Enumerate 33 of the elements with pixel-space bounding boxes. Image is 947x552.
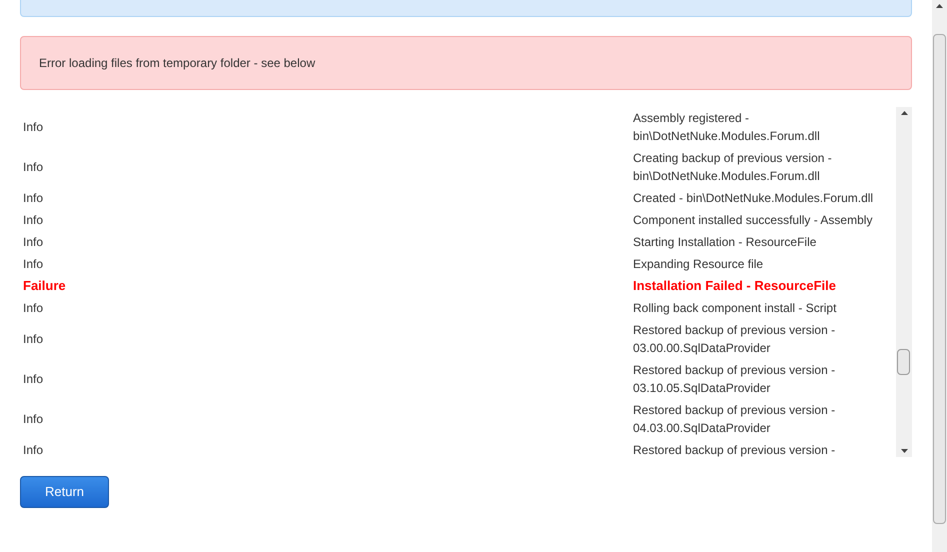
log-level: Info [22,119,44,136]
log-level: Failure [22,277,67,295]
scroll-thumb[interactable] [897,349,910,375]
scroll-thumb[interactable] [933,34,946,524]
log-level: Info [22,190,44,207]
log-level: Info [22,331,44,348]
log-message: Creating backup of previous version - bin\DotNetNuke.Modules.Forum.dll [633,150,833,185]
log-level: Info [22,234,44,251]
return-button[interactable]: Return [20,476,109,508]
log-level: Info [22,371,44,388]
log-message: Restored backup of previous version - 03.10.05.SqlDataProvider [633,362,836,397]
scroll-down-icon[interactable] [900,449,908,453]
log-message: Restored backup of previous version - [633,442,836,457]
log-level: Info [22,212,44,229]
log-level: Info [22,159,44,176]
scroll-up-icon[interactable] [900,111,908,115]
log-message: Installation Failed - ResourceFile [633,277,837,295]
log-message: Expanding Resource file [633,256,764,273]
log-message: Restored backup of previous version - 04.03.00.SqlDataProvider [633,402,836,437]
error-message: Error loading files from temporary folder - see below [39,55,316,72]
log-message: Rolling back component install - Script [633,300,838,317]
log-level: Info [22,300,44,317]
page-scrollbar[interactable] [932,0,947,552]
scrollbar[interactable] [896,107,912,457]
scroll-up-icon[interactable] [936,4,943,8]
log-message: Created - bin\DotNetNuke.Modules.Forum.dll [633,190,874,207]
log-level: Info [22,442,44,457]
log-message: Assembly registered - bin\DotNetNuke.Modules.Forum.dll [633,110,821,145]
log-message: Component installed successfully - Assembly [633,212,874,229]
log-level: Info [22,256,44,273]
log-level: Info [22,411,44,428]
log-message: Restored backup of previous version - 03.00.00.SqlDataProvider [633,322,836,357]
log-message: Starting Installation - ResourceFile [633,234,818,251]
